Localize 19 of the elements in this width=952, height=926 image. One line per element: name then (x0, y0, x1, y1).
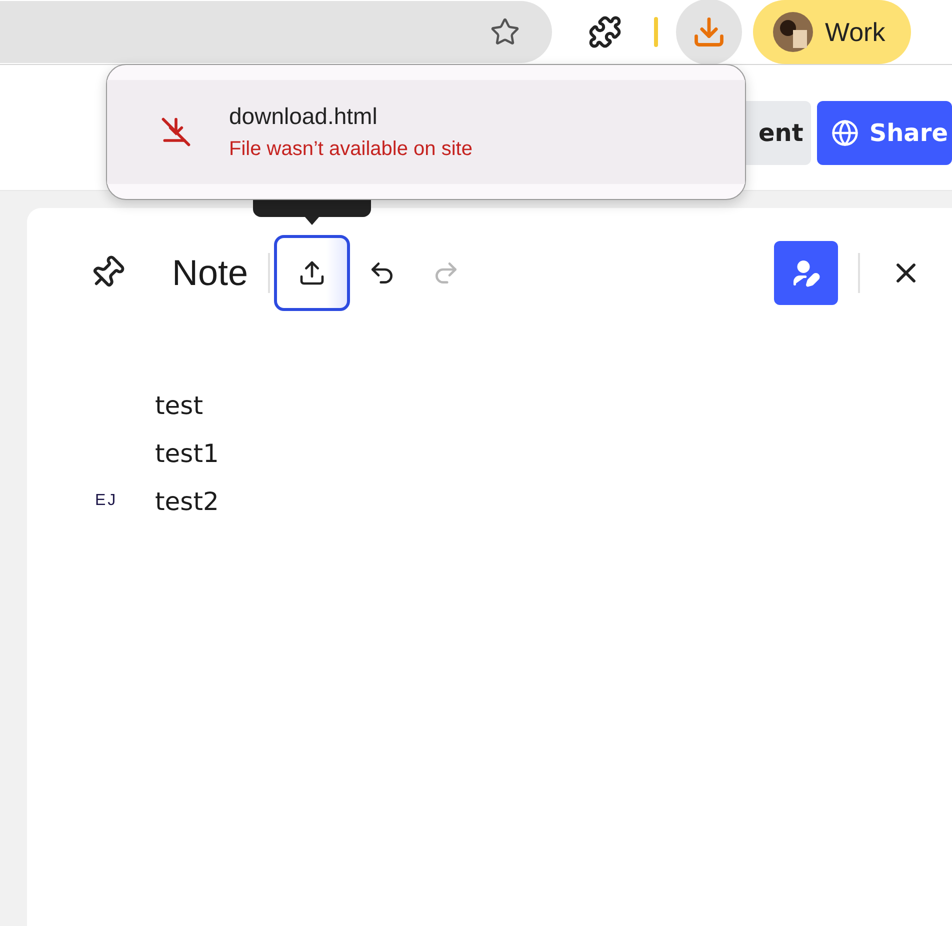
puzzle-icon[interactable] (588, 15, 622, 49)
star-icon[interactable] (490, 17, 520, 47)
file-name: download.html (229, 103, 378, 130)
user-edit-icon (791, 258, 821, 288)
edit-button[interactable] (774, 241, 838, 305)
note-line: test1 (155, 438, 219, 468)
download-item[interactable]: download.html File wasn’t available on site (107, 80, 745, 184)
profile-button[interactable]: Work (753, 0, 911, 64)
share-button[interactable]: Share (817, 101, 952, 165)
author-initials: EJ (95, 492, 118, 509)
note-title: Note (172, 252, 248, 294)
upload-icon (298, 259, 326, 287)
globe-icon (831, 119, 860, 147)
note-line: test (155, 390, 204, 420)
upload-button[interactable] (274, 235, 350, 311)
note-line: test2 (155, 486, 219, 516)
download-status: File wasn’t available on site (229, 138, 472, 161)
avatar-icon (773, 12, 813, 52)
download-icon (692, 15, 726, 49)
